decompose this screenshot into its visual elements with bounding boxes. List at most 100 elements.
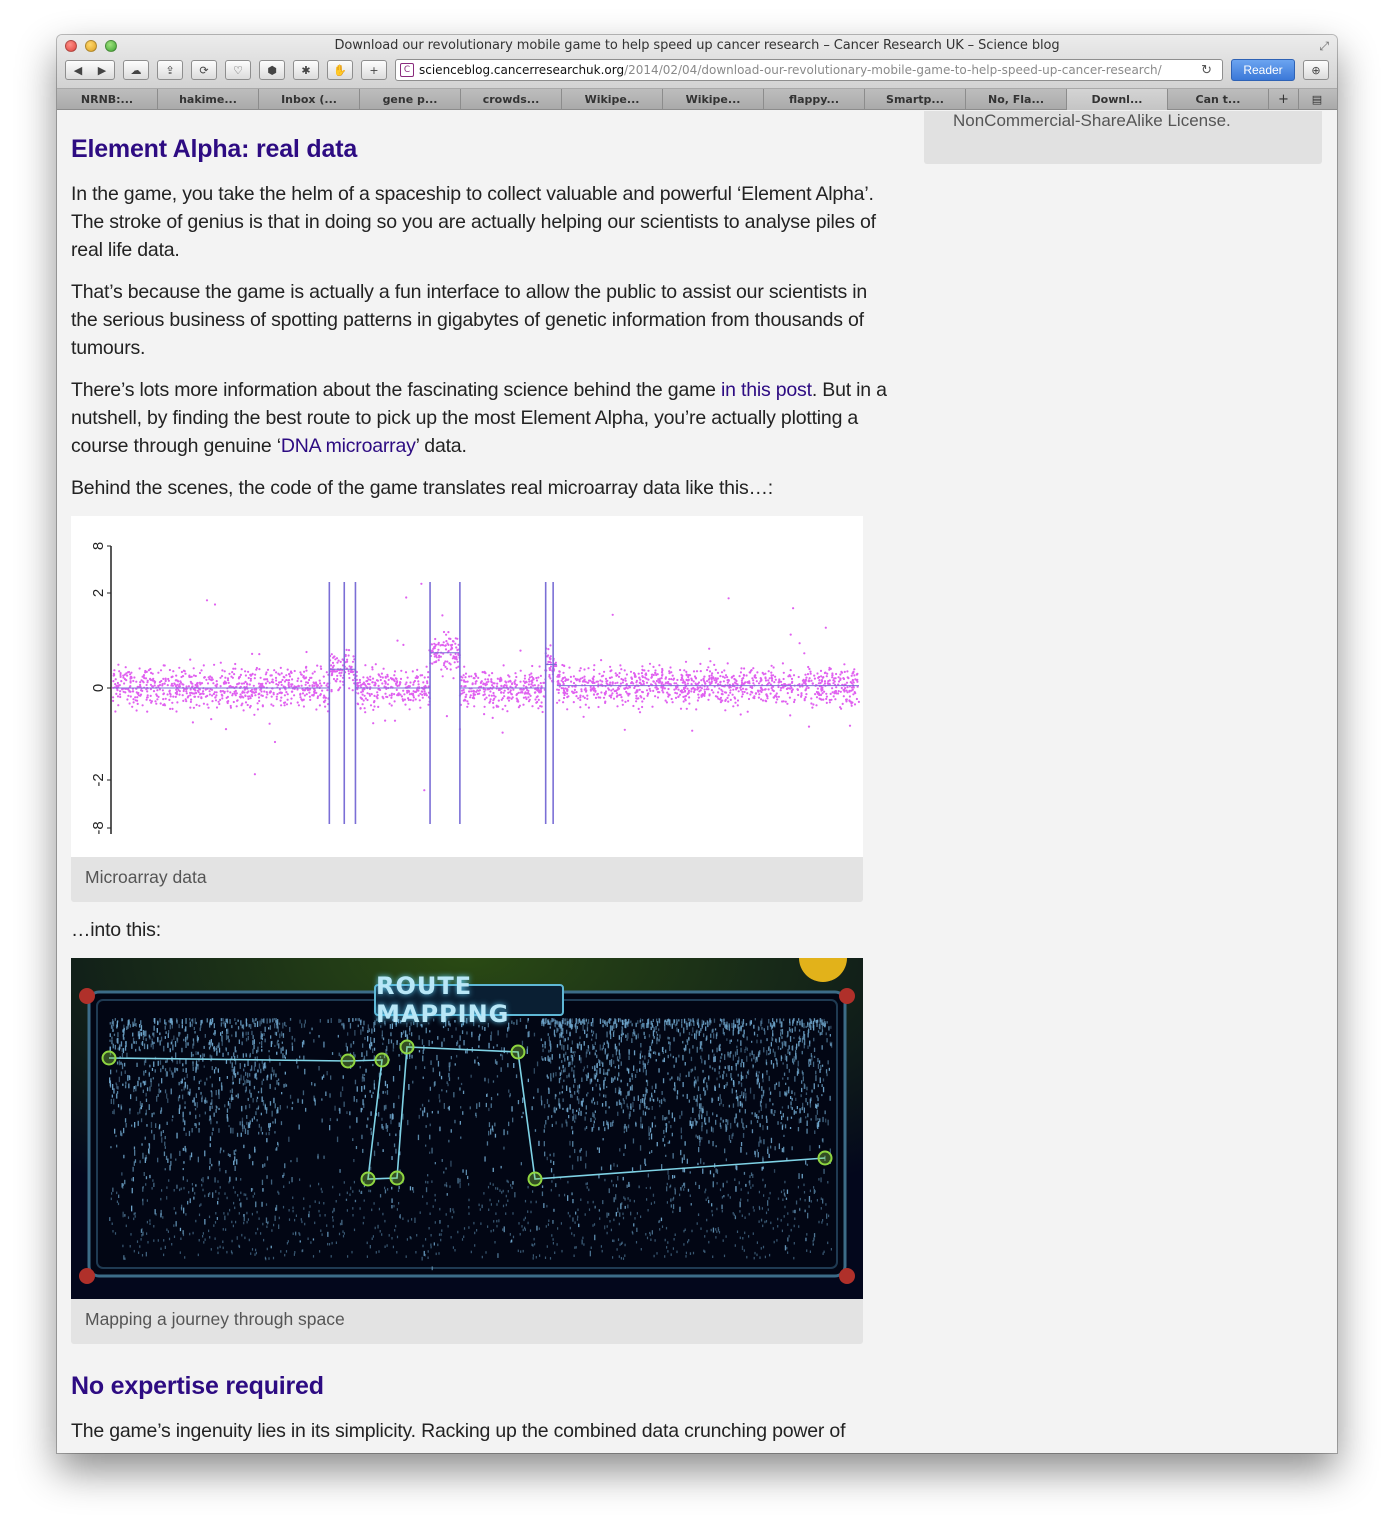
data-star: [183, 1038, 185, 1042]
tab-0[interactable]: NRNB:...: [57, 89, 158, 110]
data-star: [826, 1021, 828, 1024]
data-point: [235, 705, 238, 708]
reader-button[interactable]: Reader: [1231, 59, 1295, 81]
pocket-button[interactable]: ♡: [225, 60, 251, 80]
data-star: [150, 1043, 152, 1048]
icloud-tabs-button[interactable]: ☁: [123, 60, 149, 80]
data-star: [429, 1123, 431, 1127]
data-point: [852, 681, 855, 684]
link-dna-microarray[interactable]: DNA microarray: [281, 435, 416, 457]
data-star: [708, 1116, 710, 1123]
data-star: [429, 1030, 431, 1033]
tab-5[interactable]: Wikipe...: [562, 89, 663, 110]
data-star: [362, 1099, 364, 1106]
data-star: [269, 1101, 272, 1106]
data-star: [446, 1081, 448, 1084]
y-tick-label: 8: [90, 542, 107, 550]
data-point: [627, 699, 630, 702]
data-point: [809, 670, 812, 673]
data-star: [229, 1089, 232, 1093]
fullscreen-icon[interactable]: ⤢: [1319, 39, 1329, 54]
data-star: [744, 1049, 746, 1053]
data-star: [153, 1061, 155, 1067]
data-point: [135, 680, 138, 683]
data-point: [638, 676, 641, 679]
link-in-this-post[interactable]: in this post: [721, 379, 812, 401]
tab-4[interactable]: crowds...: [461, 89, 562, 110]
data-star: [753, 1024, 755, 1029]
data-point: [231, 676, 234, 679]
tab-6[interactable]: Wikipe...: [663, 89, 764, 110]
data-point: [179, 681, 183, 684]
data-star: [116, 1144, 118, 1148]
data-star: [270, 1035, 272, 1039]
data-star: [433, 1242, 435, 1246]
extension-button-3[interactable]: ✋: [327, 60, 353, 80]
downloads-button[interactable]: ⊕: [1303, 60, 1329, 80]
data-star: [209, 1136, 212, 1141]
extension-button-1[interactable]: ⟳: [191, 60, 217, 80]
add-bookmark-button[interactable]: +: [361, 60, 387, 80]
tab-3[interactable]: gene p...: [360, 89, 461, 110]
data-point: [416, 675, 419, 679]
back-icon[interactable]: ◀: [74, 64, 82, 77]
data-point: [840, 686, 843, 690]
data-point: [372, 708, 375, 711]
tab-11[interactable]: Can t...: [1168, 89, 1269, 110]
data-star: [627, 1204, 629, 1209]
tab-9[interactable]: No, Fla...: [966, 89, 1067, 110]
tab-10[interactable]: Downl...: [1067, 89, 1168, 110]
data-star: [123, 1027, 125, 1031]
data-point: [761, 671, 764, 674]
share-button[interactable]: ⇪: [157, 60, 183, 80]
data-star: [120, 1041, 123, 1047]
data-star: [252, 1098, 254, 1103]
data-point: [708, 647, 711, 650]
data-point: [604, 677, 608, 680]
data-point: [562, 680, 565, 684]
data-star: [425, 1144, 427, 1147]
data-star: [457, 1177, 459, 1184]
data-star: [262, 1063, 264, 1070]
data-star: [555, 1121, 557, 1125]
data-point: [671, 674, 674, 677]
extension-button-2[interactable]: ✱: [293, 60, 319, 80]
reload-icon[interactable]: ↻: [1195, 63, 1218, 78]
tab-7[interactable]: flappy...: [764, 89, 865, 110]
data-star: [670, 1053, 672, 1057]
data-point: [402, 643, 405, 646]
tab-8[interactable]: Smartp...: [865, 89, 966, 110]
data-point: [542, 681, 545, 684]
data-point: [414, 698, 417, 701]
forward-icon[interactable]: ▶: [98, 64, 106, 77]
data-star: [345, 1042, 347, 1047]
tab-1[interactable]: hakime...: [158, 89, 259, 110]
list-icon: ▤: [1311, 92, 1323, 106]
back-forward-buttons[interactable]: ◀ ▶: [65, 60, 115, 80]
data-star: [330, 1075, 332, 1080]
data-point: [251, 690, 254, 694]
tab-overview-button[interactable]: ▤: [1299, 89, 1335, 109]
data-point: [221, 697, 224, 700]
data-point: [639, 681, 642, 684]
data-star: [821, 1094, 823, 1097]
address-bar[interactable]: C scienceblog.cancerresearchuk.org /2014…: [395, 59, 1223, 81]
data-star: [370, 1166, 372, 1171]
data-star: [124, 1070, 126, 1074]
paragraph-3: There’s lots more information about the …: [71, 376, 893, 460]
data-point: [146, 696, 149, 699]
data-star: [269, 1018, 271, 1024]
data-point: [592, 693, 596, 696]
data-star: [533, 1068, 535, 1074]
data-point: [664, 699, 667, 702]
data-star: [594, 1234, 596, 1241]
data-star: [110, 1146, 112, 1149]
new-tab-button[interactable]: +: [1269, 89, 1299, 110]
data-star: [187, 1042, 189, 1046]
data-star: [222, 1018, 224, 1021]
data-star: [260, 1087, 263, 1094]
data-star: [196, 1102, 198, 1108]
browser-toolbar: ◀ ▶ ☁ ⇪ ⟳ ♡ ⬢ ✱ ✋ + C scienceblog.cancer…: [65, 59, 1329, 81]
adblock-button[interactable]: ⬢: [259, 60, 285, 80]
tab-2[interactable]: Inbox (...: [259, 89, 360, 110]
